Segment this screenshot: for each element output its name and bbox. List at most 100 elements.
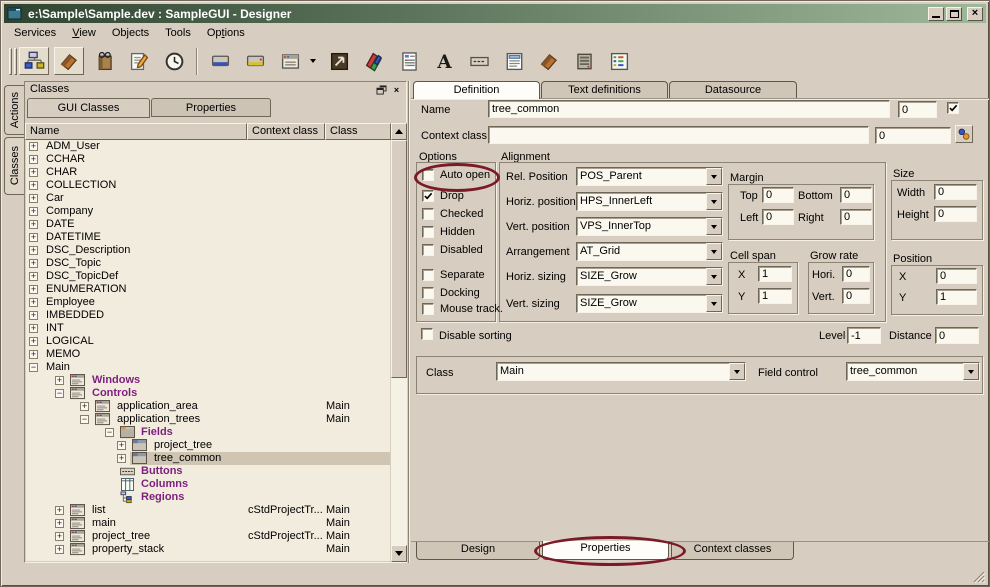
- scrollbar-thumb[interactable]: [391, 140, 407, 378]
- tree-row[interactable]: +ENUMERATION: [26, 283, 390, 296]
- tree-expand-icon[interactable]: +: [29, 285, 38, 294]
- minimize-button[interactable]: [928, 7, 944, 21]
- tab-text-definitions[interactable]: Text definitions: [541, 81, 668, 98]
- tree-expand-icon[interactable]: +: [29, 194, 38, 203]
- drive-blue-button[interactable]: [205, 47, 235, 75]
- tree-expand-icon[interactable]: +: [29, 168, 38, 177]
- ribbon-button[interactable]: [359, 47, 389, 75]
- option-checkbox-auto-open[interactable]: [422, 169, 434, 181]
- class-combo[interactable]: Main: [496, 362, 746, 381]
- margin-bottom-input[interactable]: [840, 187, 872, 203]
- tree-row[interactable]: +Car: [26, 192, 390, 205]
- tree-row[interactable]: +ADM_User: [26, 140, 390, 153]
- cell-span-y-input[interactable]: [758, 288, 792, 304]
- tree-row[interactable]: Regions: [26, 491, 390, 504]
- combo-vert-position[interactable]: VPS_InnerTop: [576, 217, 723, 236]
- tree-row[interactable]: +CHAR: [26, 166, 390, 179]
- tree-row[interactable]: +Company: [26, 205, 390, 218]
- tab-datasource[interactable]: Datasource: [669, 81, 797, 98]
- scroll-up-button[interactable]: [391, 123, 407, 140]
- combo-rel-position[interactable]: POS_Parent: [576, 167, 723, 186]
- menu-item-objects[interactable]: Objects: [104, 25, 157, 41]
- position-x-input[interactable]: [936, 268, 977, 284]
- option-checkbox-drop[interactable]: [422, 190, 434, 202]
- list-control-button[interactable]: [499, 47, 529, 75]
- tree-row[interactable]: Buttons: [26, 465, 390, 478]
- maximize-button[interactable]: [946, 7, 962, 21]
- form-new-button[interactable]: [604, 47, 634, 75]
- position-y-input[interactable]: [936, 289, 977, 305]
- size-width-input[interactable]: [934, 184, 977, 200]
- grow-rate-hori-input[interactable]: [842, 266, 870, 282]
- tree-row[interactable]: −Main: [26, 361, 390, 374]
- side-tab-actions[interactable]: Actions: [4, 85, 24, 135]
- eraser-small-button[interactable]: [534, 47, 564, 75]
- tree-expand-icon[interactable]: +: [29, 337, 38, 346]
- form-view-button-dropdown-button[interactable]: [306, 47, 319, 75]
- tree-collapse-icon[interactable]: −: [105, 428, 114, 437]
- tree-expand-icon[interactable]: +: [55, 532, 64, 541]
- column-header-name[interactable]: Name: [25, 123, 247, 140]
- tree-row[interactable]: −Fields: [26, 426, 390, 439]
- tree-expand-icon[interactable]: +: [29, 298, 38, 307]
- button-control-button[interactable]: [464, 47, 494, 75]
- option-checkbox-checked[interactable]: [422, 208, 434, 220]
- tree-expand-icon[interactable]: +: [29, 324, 38, 333]
- combo-dropdown-button-arrangement[interactable]: [706, 243, 722, 260]
- disable-sorting-checkbox[interactable]: [421, 328, 433, 340]
- name-input[interactable]: [488, 100, 890, 118]
- tree-collapse-icon[interactable]: −: [80, 415, 89, 424]
- tree-expand-icon[interactable]: +: [29, 207, 38, 216]
- menu-item-view[interactable]: View: [64, 25, 104, 41]
- menu-item-services[interactable]: Services: [6, 25, 64, 41]
- class-combo-dropdown-button[interactable]: [729, 363, 745, 380]
- name-number-input[interactable]: [898, 101, 937, 118]
- grow-rate-vert-input[interactable]: [842, 288, 870, 304]
- tree-expand-icon[interactable]: +: [117, 441, 126, 450]
- margin-right-input[interactable]: [840, 209, 872, 225]
- capture-button[interactable]: [324, 47, 354, 75]
- tab-definition[interactable]: Definition: [413, 81, 540, 99]
- close-panel-button[interactable]: ×: [390, 84, 403, 96]
- level-input[interactable]: [847, 327, 881, 344]
- field-control-dropdown-button[interactable]: [963, 363, 979, 380]
- edit-source-button[interactable]: [124, 47, 154, 75]
- panel-tab-properties[interactable]: Properties: [151, 98, 271, 117]
- tree-row[interactable]: +CCHAR: [26, 153, 390, 166]
- tree-row[interactable]: +tree_common: [26, 452, 390, 465]
- tree-collapse-icon[interactable]: −: [55, 389, 64, 398]
- tree-row[interactable]: +listcStdProjectTr...Main: [26, 504, 390, 517]
- combo-dropdown-button-horiz-sizing[interactable]: [706, 268, 722, 285]
- tree-row[interactable]: +DATETIME: [26, 231, 390, 244]
- distance-input[interactable]: [935, 327, 979, 344]
- tree-expand-icon[interactable]: +: [55, 519, 64, 528]
- tree-row[interactable]: +Employee: [26, 296, 390, 309]
- side-tab-classes[interactable]: Classes: [4, 137, 24, 195]
- close-button[interactable]: ×: [967, 7, 983, 21]
- tree-row[interactable]: +DSC_Topic: [26, 257, 390, 270]
- combo-arrangement[interactable]: AT_Grid: [576, 242, 723, 261]
- tree-expand-icon[interactable]: +: [29, 155, 38, 164]
- tree-row[interactable]: +DSC_TopicDef: [26, 270, 390, 283]
- option-checkbox-hidden[interactable]: [422, 226, 434, 238]
- tree-expand-icon[interactable]: +: [29, 233, 38, 242]
- server-button[interactable]: [569, 47, 599, 75]
- tree-collapse-icon[interactable]: −: [29, 363, 38, 372]
- tree-expand-icon[interactable]: +: [80, 402, 89, 411]
- tree-expand-icon[interactable]: +: [55, 506, 64, 515]
- form-view-button[interactable]: [275, 47, 305, 75]
- panel-tab-gui-classes[interactable]: GUI Classes: [27, 98, 150, 118]
- tree-expand-icon[interactable]: +: [55, 376, 64, 385]
- column-header-context-class[interactable]: Context class: [247, 123, 325, 140]
- tree-expand-icon[interactable]: +: [55, 545, 64, 554]
- combo-vert-sizing[interactable]: SIZE_Grow: [576, 294, 723, 313]
- tree-row[interactable]: −Controls: [26, 387, 390, 400]
- cell-span-x-input[interactable]: [758, 266, 792, 282]
- bottom-tab-design[interactable]: Design: [416, 542, 540, 560]
- tree-row[interactable]: +IMBEDDED: [26, 309, 390, 322]
- menu-item-tools[interactable]: Tools: [157, 25, 199, 41]
- combo-horiz-sizing[interactable]: SIZE_Grow: [576, 267, 723, 286]
- tree-row[interactable]: +property_stackMain: [26, 543, 390, 556]
- combo-dropdown-button-rel-position[interactable]: [706, 168, 722, 185]
- field-control-combo[interactable]: tree_common: [846, 362, 980, 381]
